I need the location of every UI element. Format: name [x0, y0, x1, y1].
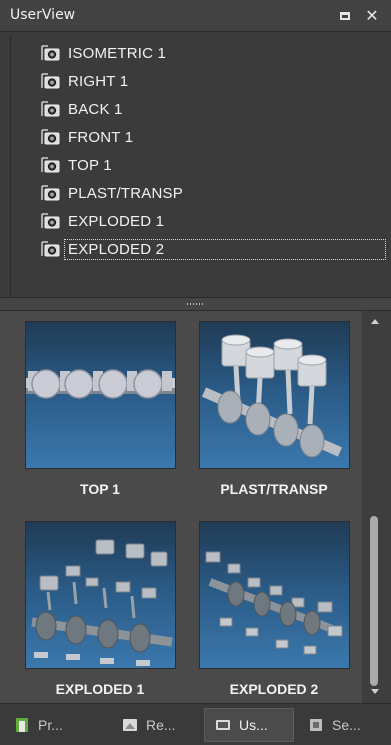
restore-button[interactable] — [335, 6, 355, 26]
list-item[interactable]: ISOMETRIC 1 — [39, 41, 166, 65]
list-item-label: PLAST/TRANSP — [68, 184, 183, 202]
crankshaft-exploded-image — [31, 539, 173, 666]
list-item-label: FRONT 1 — [68, 128, 134, 146]
thumbnail-scrollbar[interactable] — [362, 311, 391, 703]
crankshaft-transparent-image — [201, 334, 343, 458]
panel-tabs: Pr... Re... Us... Se... — [0, 703, 391, 745]
thumbnail-label: PLAST/TRANSP — [220, 481, 328, 497]
grip-icon — [187, 303, 205, 305]
render-icon — [123, 719, 137, 731]
tab-label: Pr... — [38, 717, 63, 733]
tab-label: Re... — [146, 717, 176, 733]
close-icon: ✕ — [365, 6, 379, 25]
tab-label: Se... — [332, 717, 361, 733]
camera-icon — [39, 184, 61, 202]
camera-icon — [39, 100, 61, 118]
view-list[interactable]: ISOMETRIC 1 RIGHT 1 BACK 1 FRONT 1 TOP 1 — [10, 35, 389, 297]
camera-icon — [39, 240, 61, 258]
list-item-label: BACK 1 — [68, 100, 123, 118]
list-item-label: TOP 1 — [68, 156, 112, 174]
camera-icon — [39, 72, 61, 90]
camera-icon — [39, 44, 61, 62]
list-item-label: EXPLODED 1 — [68, 212, 165, 230]
userview-panel: UserView ✕ ISOMETRIC 1 RIGHT 1 BACK 1 FR… — [0, 0, 391, 745]
properties-icon — [16, 718, 28, 732]
tab-properties[interactable]: Pr... — [4, 708, 100, 742]
list-item[interactable]: RIGHT 1 — [39, 69, 128, 93]
thumbnail-plast-transp[interactable] — [199, 321, 350, 469]
list-item-selected[interactable]: EXPLODED 2 — [39, 237, 386, 261]
tab-render[interactable]: Re... — [112, 708, 204, 742]
list-item-label: ISOMETRIC 1 — [68, 44, 167, 62]
list-item-label: RIGHT 1 — [68, 72, 129, 90]
list-item[interactable]: PLAST/TRANSP — [39, 181, 183, 205]
list-item[interactable]: EXPLODED 1 — [39, 209, 164, 233]
thumbnail-label: TOP 1 — [80, 481, 120, 497]
scrollbar-thumb[interactable] — [370, 516, 378, 686]
tab-settings[interactable]: Se... — [298, 708, 388, 742]
panel-title: UserView — [10, 7, 76, 23]
tab-label: Us... — [239, 717, 268, 733]
scroll-down-icon[interactable] — [371, 689, 379, 694]
thumbnail-exploded-2[interactable] — [199, 521, 350, 669]
camera-icon — [39, 212, 61, 230]
restore-icon — [340, 12, 350, 20]
panel-splitter[interactable] — [0, 297, 391, 311]
settings-icon — [310, 719, 322, 731]
list-item[interactable]: FRONT 1 — [39, 125, 133, 149]
thumbnail-top-1[interactable] — [25, 321, 176, 469]
crankshaft-exploded-alt-image — [205, 551, 343, 655]
list-item[interactable]: BACK 1 — [39, 97, 123, 121]
thumbnail-label: EXPLODED 1 — [55, 681, 145, 697]
close-button[interactable]: ✕ — [362, 6, 382, 26]
thumbnail-grid: TOP 1 PLAST/TRANSP EXPLODED 1 EXPLODED 2 — [0, 311, 362, 703]
camera-icon — [39, 128, 61, 146]
list-item[interactable]: TOP 1 — [39, 153, 112, 177]
tab-userview[interactable]: Us... — [204, 708, 294, 742]
scroll-up-icon[interactable] — [371, 319, 379, 324]
camera-icon — [39, 156, 61, 174]
panel-titlebar[interactable]: UserView ✕ — [0, 0, 391, 32]
crankshaft-top-image — [26, 369, 175, 399]
list-item-label: EXPLODED 2 — [64, 238, 386, 260]
thumbnail-exploded-1[interactable] — [25, 521, 176, 669]
userview-icon — [216, 720, 230, 730]
thumbnail-label: EXPLODED 2 — [229, 681, 319, 697]
